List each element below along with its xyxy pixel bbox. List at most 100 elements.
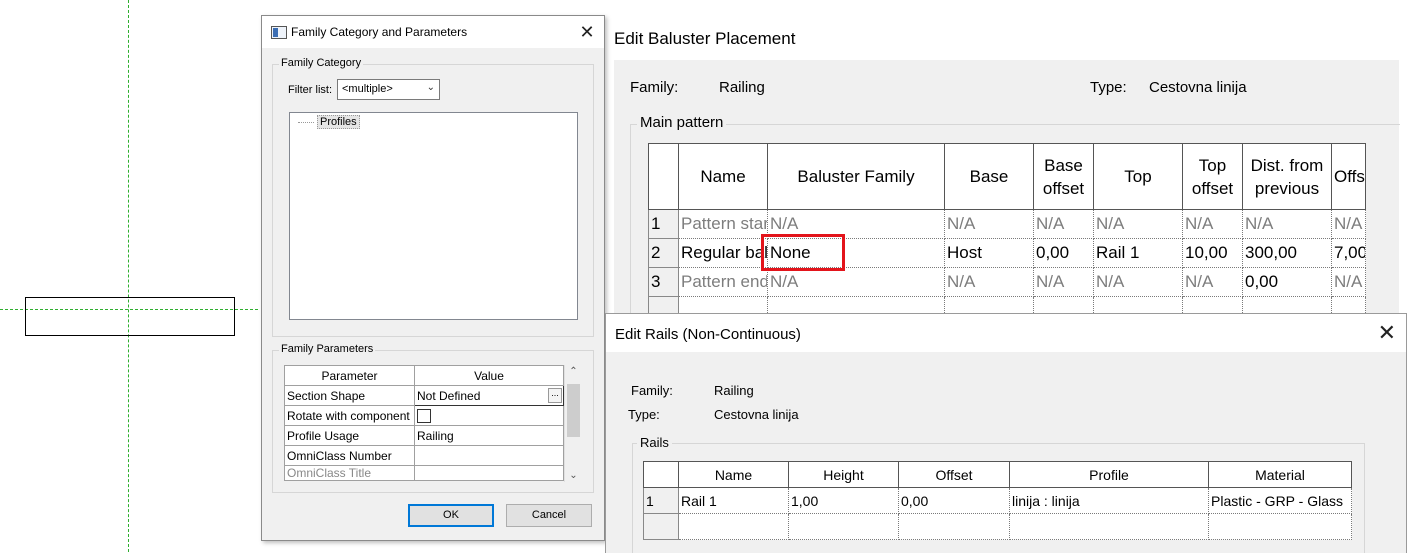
cell-empty[interactable] — [898, 513, 1010, 540]
cell-name[interactable]: Pattern end — [678, 267, 768, 297]
scroll-thumb[interactable] — [567, 384, 580, 437]
param-value: Not Defined — [417, 388, 481, 403]
column-header-top: Top — [1093, 143, 1183, 210]
app-icon — [271, 26, 287, 39]
cell-dist-from-previous[interactable]: 300,00 — [1242, 238, 1332, 268]
params-scrollbar[interactable]: ⌃ ⌄ — [564, 365, 582, 482]
column-header-base: Base — [944, 143, 1034, 210]
table-row[interactable]: Section Shape Not Defined ... — [284, 385, 564, 406]
row-number: 3 — [648, 267, 679, 297]
cell-top-offset[interactable]: N/A — [1182, 267, 1243, 297]
family-value: Railing — [719, 79, 765, 96]
table-row[interactable] — [643, 513, 1352, 540]
cell-top[interactable]: Rail 1 — [1093, 238, 1183, 268]
param-name: OmniClass Title — [284, 465, 415, 481]
close-icon[interactable]: ✕ — [576, 21, 598, 43]
param-value[interactable]: Railing — [414, 425, 564, 446]
family-value: Railing — [714, 383, 754, 398]
param-value-cell[interactable]: Not Defined ... — [414, 385, 564, 406]
table-row[interactable]: Rotate with component — [284, 405, 564, 426]
column-header-material: Material — [1208, 461, 1352, 488]
cell-dist-from-previous[interactable]: 0,00 — [1242, 267, 1332, 297]
type-label: Type: — [628, 407, 660, 422]
cell-height[interactable]: 1,00 — [788, 487, 899, 514]
column-header-rownum — [643, 461, 679, 488]
cell-top[interactable]: N/A — [1093, 209, 1183, 239]
cell-profile[interactable]: linija : linija — [1009, 487, 1209, 514]
baluster-dialog-title: Edit Baluster Placement — [614, 29, 796, 48]
cell-base[interactable]: N/A — [944, 209, 1034, 239]
family-label: Family: — [630, 79, 679, 96]
cell-offset[interactable]: N/A — [1331, 267, 1366, 297]
ok-button[interactable]: OK — [408, 504, 494, 527]
scroll-up-icon[interactable]: ⌃ — [565, 366, 582, 377]
cell-top-offset[interactable]: N/A — [1182, 209, 1243, 239]
cell-name[interactable]: Rail 1 — [678, 487, 789, 514]
close-icon[interactable]: ✕ — [1378, 320, 1396, 346]
table-row[interactable]: 3 Pattern end N/A N/A N/A N/A N/A 0,00 N… — [648, 267, 1366, 297]
filter-list-dropdown[interactable]: <multiple> ⌄ — [337, 79, 440, 100]
vertical-reference-line — [128, 0, 129, 552]
family-label: Family: — [631, 383, 673, 398]
cell-empty[interactable] — [678, 513, 789, 540]
cell-base[interactable]: N/A — [944, 267, 1034, 297]
profile-rectangle[interactable] — [25, 297, 235, 336]
cell-base-offset[interactable]: N/A — [1033, 267, 1094, 297]
cell-baluster-family[interactable]: N/A — [767, 267, 945, 297]
cell-name[interactable]: Pattern start — [678, 209, 768, 239]
cell-base[interactable]: Host — [944, 238, 1034, 268]
cell-offset[interactable]: N/A — [1331, 209, 1366, 239]
checkbox[interactable] — [417, 408, 431, 423]
table-row[interactable]: Profile Usage Railing — [284, 425, 564, 446]
row-number — [643, 513, 679, 540]
tree-connector — [298, 121, 314, 123]
cell-name[interactable]: Regular baluster — [678, 238, 768, 268]
table-row[interactable]: 1 Rail 1 1,00 0,00 linija : linija Plast… — [643, 487, 1352, 514]
column-header-baluster-family: Baluster Family — [767, 143, 945, 210]
cell-base-offset[interactable]: N/A — [1033, 209, 1094, 239]
column-header-top-offset: Top offset — [1182, 143, 1243, 210]
cell-empty[interactable] — [1009, 513, 1209, 540]
row-number: 2 — [648, 238, 679, 268]
category-item-profiles[interactable]: Profiles — [298, 115, 360, 129]
table-row[interactable]: 1 Pattern start N/A N/A N/A N/A N/A N/A … — [648, 209, 1366, 239]
cell-top-offset[interactable]: 10,00 — [1182, 238, 1243, 268]
type-value: Cestovna linija — [714, 407, 799, 422]
browse-button[interactable]: ... — [548, 388, 562, 403]
row-number: 1 — [648, 209, 679, 239]
table-row[interactable]: OmniClass Number — [284, 445, 564, 466]
cell-offset[interactable]: 7,00 — [1331, 238, 1366, 268]
red-highlight-box — [761, 234, 845, 271]
group-label: Family Category — [279, 57, 364, 69]
cell-empty[interactable] — [1208, 513, 1352, 540]
param-value[interactable] — [414, 445, 564, 466]
cell-offset[interactable]: 0,00 — [898, 487, 1010, 514]
family-category-dialog: Family Category and Parameters ✕ Family … — [261, 15, 605, 541]
cell-dist-from-previous[interactable]: N/A — [1242, 209, 1332, 239]
row-number: 1 — [643, 487, 679, 514]
cell-material[interactable]: Plastic - GRP - Glass — [1208, 487, 1352, 514]
param-name: Section Shape — [284, 385, 415, 406]
cell-empty[interactable] — [788, 513, 899, 540]
table-header-row: Name Baluster Family Base Base offset To… — [648, 143, 1366, 210]
table-row[interactable]: OmniClass Title — [284, 465, 564, 481]
filter-list-value: <multiple> — [342, 83, 393, 95]
param-value-cell[interactable] — [414, 405, 564, 426]
param-name: OmniClass Number — [284, 445, 415, 466]
column-header-dist-from-previous: Dist. from previous — [1242, 143, 1332, 210]
table-header-row: Parameter Value — [284, 365, 564, 386]
cell-top[interactable]: N/A — [1093, 267, 1183, 297]
scroll-down-icon[interactable]: ⌄ — [565, 470, 582, 481]
table-row[interactable]: 2 Regular baluster None Host 0,00 Rail 1… — [648, 238, 1366, 268]
main-pattern-table: Name Baluster Family Base Base offset To… — [648, 143, 1366, 317]
category-label: Profiles — [317, 115, 360, 129]
cell-base-offset[interactable]: 0,00 — [1033, 238, 1094, 268]
column-header-name: Name — [678, 461, 789, 488]
column-header-offset: Offset — [1331, 143, 1366, 210]
category-list[interactable]: Profiles — [289, 112, 578, 320]
param-name: Profile Usage — [284, 425, 415, 446]
cancel-button[interactable]: Cancel — [506, 504, 592, 527]
family-parameters-group: Family Parameters Parameter Value Sectio… — [272, 343, 594, 493]
param-value[interactable] — [414, 465, 564, 481]
dialog-title: Family Category and Parameters — [291, 25, 468, 39]
